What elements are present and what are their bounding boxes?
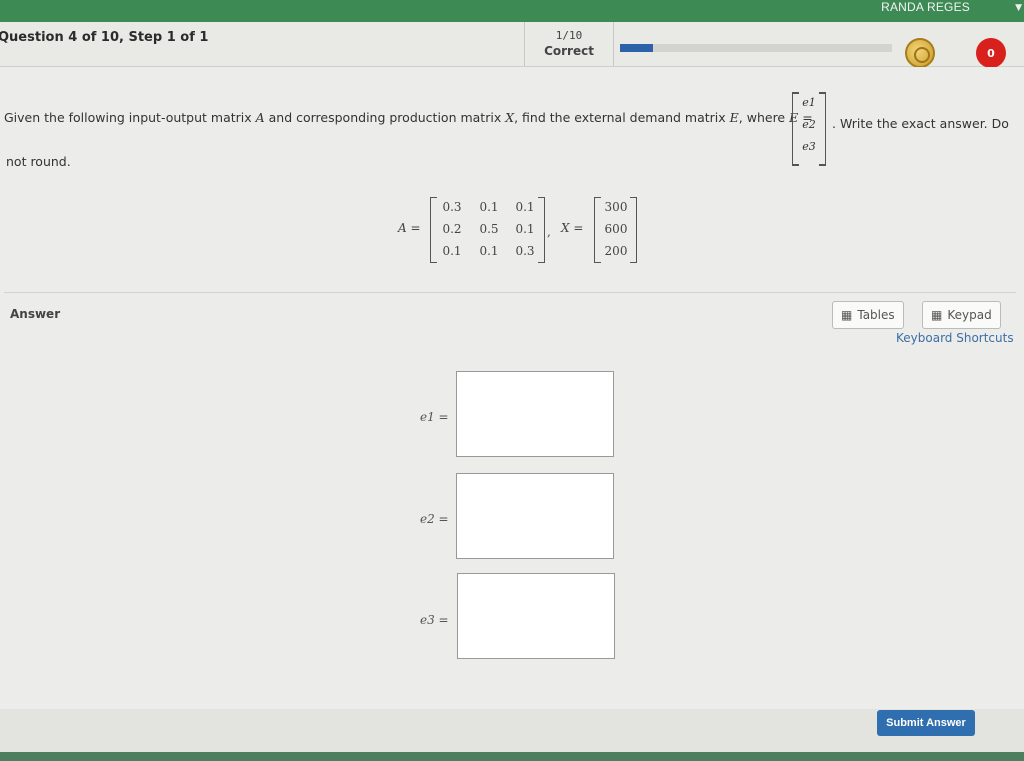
tables-label: Tables [857, 308, 895, 322]
tables-button[interactable]: ▦ Tables [832, 301, 904, 329]
caret-down-icon[interactable]: ▼ [1015, 3, 1022, 13]
keypad-icon: ▦ [931, 308, 943, 322]
progress-status: Correct [544, 44, 594, 58]
progress-bar-fill [620, 44, 653, 52]
progress-bar [620, 44, 892, 52]
var-a: A [255, 110, 265, 125]
e-vector-bracket: e1 e2 e3 [792, 92, 826, 166]
matrix-x-label: X = [561, 221, 584, 235]
matrix-x-cell: 200 [604, 244, 628, 258]
matrix-a-cell: 0.3 [515, 244, 535, 258]
matrix-a-cell: 0.1 [442, 244, 462, 258]
submit-answer-button[interactable]: Submit Answer [877, 710, 975, 736]
matrix-x-cell: 600 [604, 222, 628, 236]
question-line-1-end: . Write the exact answer. Do [832, 116, 1009, 131]
keyboard-shortcuts-link[interactable]: Keyboard Shortcuts [896, 331, 1014, 345]
e2-label: e2 = [420, 512, 449, 526]
e2-input[interactable] [456, 473, 614, 559]
question-text-a: Given the following input-output matrix [4, 110, 256, 125]
matrix-a-label: A = [398, 221, 421, 235]
section-divider [4, 292, 1016, 293]
e3-label: e3 = [420, 613, 449, 627]
var-x: X [505, 110, 515, 125]
matrix-a-cell: 0.5 [479, 222, 499, 236]
notification-badge[interactable]: 0 [976, 38, 1006, 68]
table-icon: ▦ [841, 308, 853, 322]
matrix-a-cell: 0.2 [442, 222, 462, 236]
e1-input[interactable] [456, 371, 614, 457]
matrix-x-cell: 300 [604, 200, 628, 214]
user-name[interactable]: RANDA REGES [881, 0, 970, 14]
matrix-separator: , [547, 225, 551, 239]
question-title: Question 4 of 10, Step 1 of 1 [0, 30, 209, 45]
matrices: A = 0.3 0.1 0.1 0.2 0.5 0.1 0.1 0.1 0.3 … [398, 197, 658, 263]
top-bar: RANDA REGES ▼ [0, 0, 1024, 22]
matrix-a-cell: 0.1 [479, 200, 499, 214]
question-line-1: Given the following input-output matrix … [4, 110, 813, 125]
matrix-a-cell: 0.1 [515, 222, 535, 236]
main-content: Given the following input-output matrix … [0, 67, 1024, 761]
matrix-a-cell: 0.3 [442, 200, 462, 214]
e3-input[interactable] [457, 573, 615, 659]
e1-label: e1 = [420, 410, 449, 424]
matrix-a-cell: 0.1 [479, 244, 499, 258]
bracket-right [538, 197, 545, 263]
matrix-a-cell: 0.1 [515, 200, 535, 214]
progress-count: 1/10 [555, 29, 583, 42]
answer-label: Answer [10, 307, 61, 321]
keypad-label: Keypad [947, 308, 992, 322]
bracket-right [630, 197, 637, 263]
progress-box: 1/10 Correct [524, 22, 614, 66]
coin-icon[interactable] [905, 38, 935, 68]
keypad-button[interactable]: ▦ Keypad [922, 301, 1001, 329]
question-line-2: not round. [6, 154, 71, 169]
question-bar: Question 4 of 10, Step 1 of 1 1/10 Corre… [0, 22, 1024, 68]
question-text-c: , find the external demand matrix [514, 110, 730, 125]
bottom-strip [0, 752, 1024, 761]
question-text-d: , where [738, 110, 790, 125]
var-e: E [729, 110, 739, 125]
question-text-b: and corresponding production matrix [264, 110, 506, 125]
